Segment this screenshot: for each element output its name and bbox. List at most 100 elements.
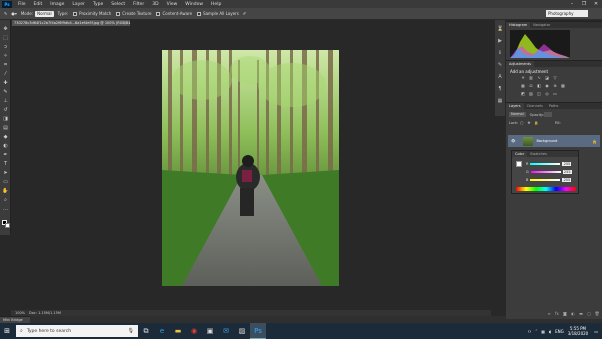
layer-name[interactable]: Background xyxy=(536,139,557,143)
menu-view[interactable]: View xyxy=(163,2,182,7)
more-tools-icon[interactable]: … xyxy=(2,206,9,212)
color-balance-icon[interactable]: ⚖ xyxy=(528,84,534,88)
history-brush-tool-icon[interactable]: ↺ xyxy=(2,107,9,113)
pressure-icon[interactable]: ✐ xyxy=(243,11,246,16)
blur-tool-icon[interactable]: ◆ xyxy=(2,134,9,140)
color-spectrum-bar[interactable] xyxy=(516,187,576,191)
posterize-icon[interactable]: ▨ xyxy=(528,92,534,96)
color-lookup-icon[interactable]: ▩ xyxy=(560,84,566,88)
language-indicator[interactable]: ENG xyxy=(555,329,564,334)
tray-chevron-icon[interactable]: ˄ xyxy=(535,329,537,334)
hand-tool-icon[interactable]: ✋ xyxy=(2,188,9,194)
actions-icon[interactable]: ▶ xyxy=(497,38,503,44)
edge-icon[interactable]: e xyxy=(154,323,170,339)
color-swatch[interactable] xyxy=(516,161,522,167)
lock-pixels-icon[interactable]: ▢ xyxy=(520,121,523,125)
brush-presets-icon[interactable]: ✎ xyxy=(497,62,503,68)
history-icon[interactable]: ⌛ xyxy=(497,26,503,32)
clone-stamp-tool-icon[interactable]: ⊥ xyxy=(2,98,9,104)
sample-all-layers-checkbox[interactable] xyxy=(197,11,202,16)
eraser-tool-icon[interactable]: ◨ xyxy=(2,116,9,122)
move-tool-icon[interactable]: ✥ xyxy=(2,26,9,32)
tab-adjustments[interactable]: Adjustments xyxy=(506,61,534,67)
file-explorer-icon[interactable]: ▬ xyxy=(170,323,186,339)
channel-mixer-icon[interactable]: ⊛ xyxy=(552,84,558,88)
crop-tool-icon[interactable]: ⌗ xyxy=(2,62,9,68)
taskbar-search[interactable]: ⌕ Type here to search 🎙 xyxy=(16,325,138,337)
paragraph-icon[interactable]: ¶ xyxy=(497,86,503,92)
photos-icon[interactable]: ▨ xyxy=(234,323,250,339)
photoshop-taskbar-icon[interactable]: Ps xyxy=(250,323,266,339)
dodge-tool-icon[interactable]: ◐ xyxy=(2,143,9,149)
menu-layer[interactable]: Layer xyxy=(68,2,89,7)
menu-file[interactable]: File xyxy=(14,2,30,7)
styles-icon[interactable]: ▦ xyxy=(497,98,503,104)
tab-navigator[interactable]: Navigator xyxy=(530,22,553,28)
opacity-input[interactable] xyxy=(544,112,553,117)
tab-channels[interactable]: Channels xyxy=(524,103,546,109)
mail-icon[interactable]: ✉ xyxy=(218,323,234,339)
add-mask-icon[interactable]: ◙ xyxy=(562,311,568,316)
background-color-swatch[interactable] xyxy=(5,223,10,228)
invert-icon[interactable]: ◩ xyxy=(520,92,526,96)
zoom-tool-icon[interactable]: ⌕ xyxy=(2,197,9,203)
menu-filter[interactable]: Filter xyxy=(129,2,148,7)
blue-value[interactable]: 255 xyxy=(562,178,572,182)
menu-help[interactable]: Help xyxy=(207,2,225,7)
proximity-match-radio[interactable] xyxy=(73,11,78,16)
delete-layer-icon[interactable]: 🗑 xyxy=(594,311,600,316)
tab-color[interactable]: Color xyxy=(512,151,528,157)
quick-select-tool-icon[interactable]: ✧ xyxy=(2,53,9,59)
adjustment-layer-icon[interactable]: ◐ xyxy=(570,311,576,316)
spot-healing-icon[interactable]: ✎ xyxy=(4,11,7,16)
document-image[interactable] xyxy=(162,50,339,286)
new-layer-icon[interactable]: ▢ xyxy=(586,311,592,316)
new-group-icon[interactable]: ▬ xyxy=(578,311,584,316)
brush-size-icon[interactable]: ●▾ xyxy=(11,11,17,16)
blue-slider[interactable] xyxy=(530,179,561,181)
tab-swatches[interactable]: Swatches xyxy=(527,151,550,157)
visibility-eye-icon[interactable]: 👁 xyxy=(511,139,515,143)
windows-start-icon[interactable]: ⊞ xyxy=(0,323,14,339)
lock-all-icon[interactable]: 🔒 xyxy=(534,121,538,125)
link-layers-icon[interactable]: ∞ xyxy=(546,311,552,316)
menu-image[interactable]: Image xyxy=(46,2,68,7)
red-value[interactable]: 255 xyxy=(562,162,572,166)
menu-select[interactable]: Select xyxy=(107,2,129,7)
healing-tool-icon[interactable]: ✚ xyxy=(2,80,9,86)
gradient-tool-icon[interactable]: ▤ xyxy=(2,125,9,131)
menu-3d[interactable]: 3D xyxy=(148,2,162,7)
character-icon[interactable]: A xyxy=(497,74,503,80)
volume-icon[interactable]: ◖ xyxy=(549,329,551,334)
workspace-select[interactable]: Photography xyxy=(546,10,588,17)
close-button[interactable]: ✕ xyxy=(590,0,602,8)
properties-icon[interactable]: ℹ xyxy=(497,50,503,56)
tab-histogram[interactable]: Histogram xyxy=(506,22,531,28)
vibrance-icon[interactable]: ▽ xyxy=(552,76,558,80)
tab-paths[interactable]: Paths xyxy=(546,103,562,109)
task-view-icon[interactable]: ⧉ xyxy=(138,323,154,339)
eyedropper-tool-icon[interactable]: ⁄ xyxy=(2,71,9,77)
selective-color-icon[interactable]: ◎ xyxy=(544,92,550,96)
clock[interactable]: 5:55 PM 3/18/2020 xyxy=(568,326,589,336)
shape-tool-icon[interactable]: ▭ xyxy=(2,179,9,185)
microphone-icon[interactable]: 🎙 xyxy=(128,328,134,334)
menu-edit[interactable]: Edit xyxy=(30,2,47,7)
type-tool-icon[interactable]: T xyxy=(2,161,9,167)
photo-filter-icon[interactable]: ◉ xyxy=(544,84,550,88)
brightness-icon[interactable]: ☀ xyxy=(520,76,526,80)
pen-tool-icon[interactable]: ✒ xyxy=(2,152,9,158)
layer-background[interactable]: 👁 Background 🔒 xyxy=(508,135,600,147)
blend-mode-select[interactable]: Normal xyxy=(509,112,526,117)
mode-select[interactable]: Normal xyxy=(35,10,54,17)
lock-position-icon[interactable]: ✥ xyxy=(527,121,530,125)
green-value[interactable]: 255 xyxy=(562,170,572,174)
minimize-button[interactable]: – xyxy=(566,0,578,8)
hue-saturation-icon[interactable]: ▦ xyxy=(520,84,526,88)
green-slider[interactable] xyxy=(530,171,561,173)
tab-layers[interactable]: Layers xyxy=(506,103,524,109)
black-white-icon[interactable]: ◧ xyxy=(536,84,542,88)
marquee-tool-icon[interactable]: ⬚ xyxy=(2,35,9,41)
layer-style-icon[interactable]: fx xyxy=(554,311,560,316)
red-slider[interactable] xyxy=(530,163,561,165)
